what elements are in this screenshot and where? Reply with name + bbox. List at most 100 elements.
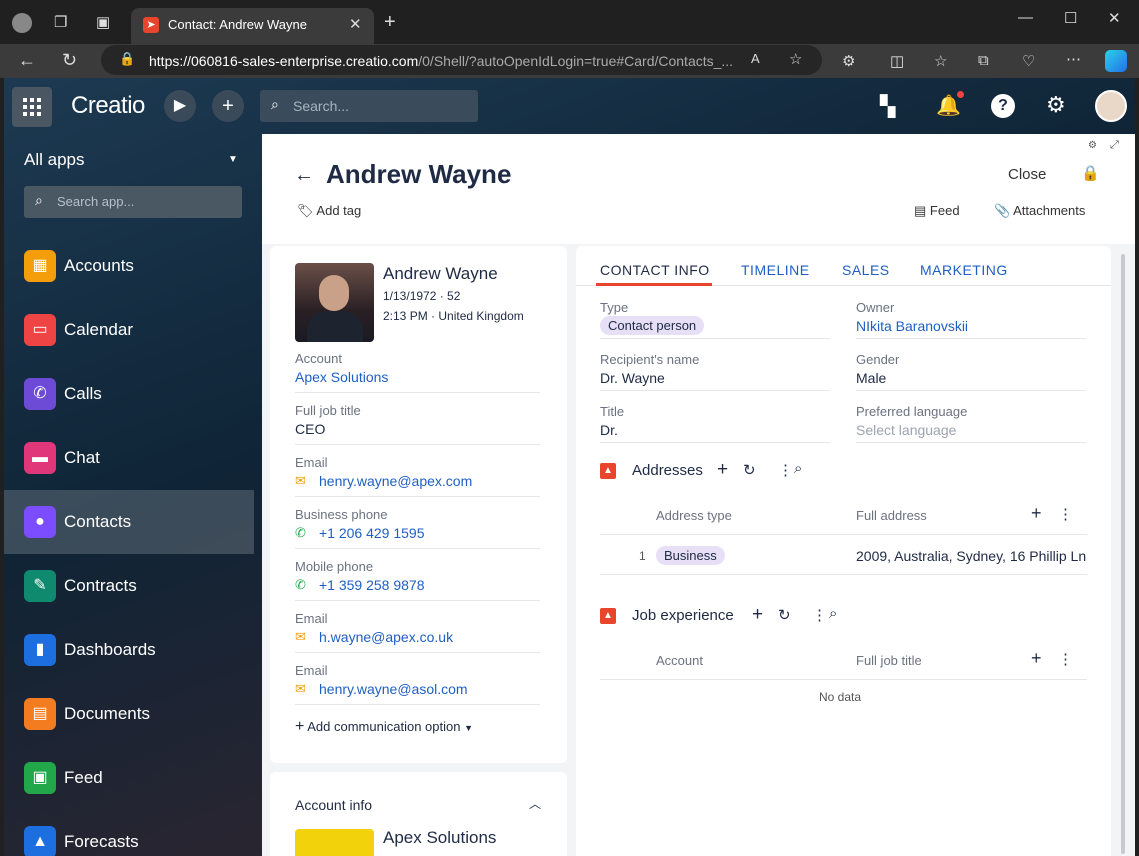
close-button[interactable]: Close	[1008, 166, 1046, 183]
lock-icon[interactable]: 🔒	[119, 51, 135, 67]
sidebar-item-accounts[interactable]: ▦ Accounts	[4, 234, 254, 298]
sidebar-item-chat[interactable]: ▬ Chat	[4, 426, 254, 490]
new-tab-icon[interactable]: +	[384, 11, 396, 34]
sidebar-item-label: Calendar	[64, 320, 133, 339]
lock-icon[interactable]: 🔒	[1081, 164, 1100, 182]
refresh-job-icon[interactable]: ↻	[778, 606, 791, 624]
create-new-button[interactable]: +	[212, 90, 244, 122]
columns-more-icon[interactable]: ⋮	[1058, 505, 1073, 523]
scrollbar[interactable]	[1121, 254, 1125, 854]
sidebar-item-forecasts[interactable]: ▲ Forecasts	[4, 810, 254, 856]
field-value[interactable]: +1 359 258 9878	[319, 577, 425, 593]
column-address-type[interactable]: Address type	[656, 508, 732, 523]
field-value[interactable]: henry.wayne@apex.com	[319, 473, 472, 489]
tab-marketing[interactable]: MARKETING	[920, 262, 1008, 278]
app-search-input[interactable]: ⌕ Search app...	[24, 186, 242, 218]
divider	[600, 338, 830, 339]
owner-value[interactable]: NIkita Baranovskii	[856, 318, 968, 334]
collapse-addresses-icon[interactable]: ▲	[600, 463, 616, 479]
collections-icon[interactable]: ⧉	[978, 52, 989, 69]
minimize-icon[interactable]: —	[1018, 9, 1033, 26]
more-icon[interactable]: ⋯	[1066, 50, 1081, 68]
chevron-down-icon[interactable]: ▼	[228, 154, 238, 165]
favorite-star-icon[interactable]: ☆	[789, 50, 802, 68]
global-search-input[interactable]: ⌕ Search...	[260, 90, 478, 122]
app-menu-button[interactable]	[12, 87, 52, 127]
feed-button[interactable]: ▤ Feed	[914, 203, 960, 219]
sidebar-item-documents[interactable]: ▤ Documents	[4, 682, 254, 746]
settings-gear-icon[interactable]: ⚙	[1046, 92, 1066, 118]
refresh-icon[interactable]: ↻	[62, 50, 77, 71]
profile-name: Andrew Wayne	[383, 264, 498, 283]
copilot-icon[interactable]	[1105, 50, 1127, 72]
sidebar-item-dashboards[interactable]: ▮ Dashboards	[4, 618, 254, 682]
browser-tab[interactable]: ➤ Contact: Andrew Wayne ✕	[131, 8, 374, 44]
search-addresses-icon[interactable]: ⌕	[794, 460, 802, 477]
favorites-icon[interactable]: ☆	[934, 52, 947, 70]
window-close-icon[interactable]: ✕	[1108, 9, 1121, 27]
field-value[interactable]: +1 206 429 1595	[319, 525, 425, 541]
add-communication-button[interactable]: + Add communication option ▼	[295, 718, 473, 736]
recipient-value[interactable]: Dr. Wayne	[600, 370, 665, 386]
addresses-more-icon[interactable]: ⋮	[778, 461, 793, 479]
gender-value[interactable]: Male	[856, 370, 886, 386]
url-field[interactable]: 🔒 https://060816-sales-enterprise.creati…	[101, 45, 822, 75]
sidebar-item-label: Contracts	[64, 576, 137, 595]
back-icon[interactable]: ←	[18, 50, 36, 71]
sidebar-item-calendar[interactable]: ▭ Calendar	[4, 298, 254, 362]
collapse-job-experience-icon[interactable]: ▲	[600, 608, 616, 624]
back-arrow-icon[interactable]: ←	[294, 164, 314, 187]
field-value[interactable]: Apex Solutions	[295, 369, 388, 385]
profile-icon[interactable]	[12, 13, 32, 33]
columns-more-icon[interactable]: ⋮	[1058, 650, 1073, 668]
field-value[interactable]: h.wayne@apex.co.uk	[319, 629, 453, 645]
contact-photo[interactable]	[295, 263, 374, 342]
add-job-icon[interactable]: +	[752, 604, 763, 626]
column-job-title[interactable]: Full job title	[856, 653, 922, 668]
workspaces-icon[interactable]: ❐	[54, 13, 67, 31]
divider	[295, 600, 540, 601]
sidebar-item-feed[interactable]: ▣ Feed	[4, 746, 254, 810]
tab-sales[interactable]: SALES	[842, 262, 890, 278]
sidebar-item-calls[interactable]: ✆ Calls	[4, 362, 254, 426]
add-tag-button[interactable]: 🏷 Add tag	[297, 203, 361, 219]
add-address-icon[interactable]: +	[717, 459, 728, 481]
add-column-icon[interactable]: +	[1031, 503, 1042, 524]
extensions-icon[interactable]: ⚙	[842, 52, 855, 70]
all-apps-selector[interactable]: All apps	[24, 150, 84, 170]
split-screen-icon[interactable]: ◫	[890, 52, 904, 70]
attachments-button[interactable]: 📎 Attachments	[994, 203, 1085, 219]
grid-icon	[23, 98, 41, 116]
widgets-icon[interactable]: ▚	[880, 94, 895, 119]
search-job-icon[interactable]: ⌕	[829, 605, 837, 622]
tab-actions-icon[interactable]: ▣	[96, 13, 110, 31]
type-badge[interactable]: Contact person	[600, 316, 705, 335]
contact-page: ⚙ ⤢ ← Andrew Wayne 🏷 Add tag Close 🔒 ▤ F…	[262, 134, 1135, 856]
title-value[interactable]: Dr.	[600, 422, 618, 438]
tab-timeline[interactable]: TIMELINE	[741, 262, 810, 278]
field-value[interactable]: henry.wayne@asol.com	[319, 681, 468, 697]
sidebar-item-contacts[interactable]: ● Contacts	[4, 490, 254, 554]
expand-icon[interactable]: ⤢	[1110, 139, 1119, 152]
add-column-icon[interactable]: +	[1031, 648, 1042, 669]
help-icon[interactable]: ?	[991, 94, 1015, 118]
user-avatar[interactable]	[1095, 90, 1127, 122]
chevron-up-icon[interactable]: ︿	[529, 795, 541, 812]
job-more-icon[interactable]: ⋮	[812, 606, 827, 624]
sidebar-item-contracts[interactable]: ✎ Contracts	[4, 554, 254, 618]
read-aloud-icon[interactable]: A	[751, 51, 760, 66]
language-select[interactable]: Select language	[856, 422, 956, 438]
maximize-icon[interactable]: ☐	[1064, 9, 1077, 27]
field-value[interactable]: CEO	[295, 421, 325, 437]
address-type-badge[interactable]: Business	[656, 546, 725, 565]
refresh-addresses-icon[interactable]: ↻	[743, 461, 756, 479]
performance-icon[interactable]: ♡	[1022, 52, 1035, 70]
column-account[interactable]: Account	[656, 653, 703, 668]
close-tab-icon[interactable]: ✕	[349, 15, 362, 33]
column-full-address[interactable]: Full address	[856, 508, 927, 523]
tab-contact-info[interactable]: CONTACT INFO	[600, 262, 710, 278]
run-process-button[interactable]: ▶	[164, 90, 196, 122]
address-full[interactable]: 2009, Australia, Sydney, 16 Phillip Ln	[856, 548, 1087, 564]
gear-icon[interactable]: ⚙	[1088, 140, 1097, 151]
creatio-favicon-icon: ➤	[143, 17, 159, 33]
